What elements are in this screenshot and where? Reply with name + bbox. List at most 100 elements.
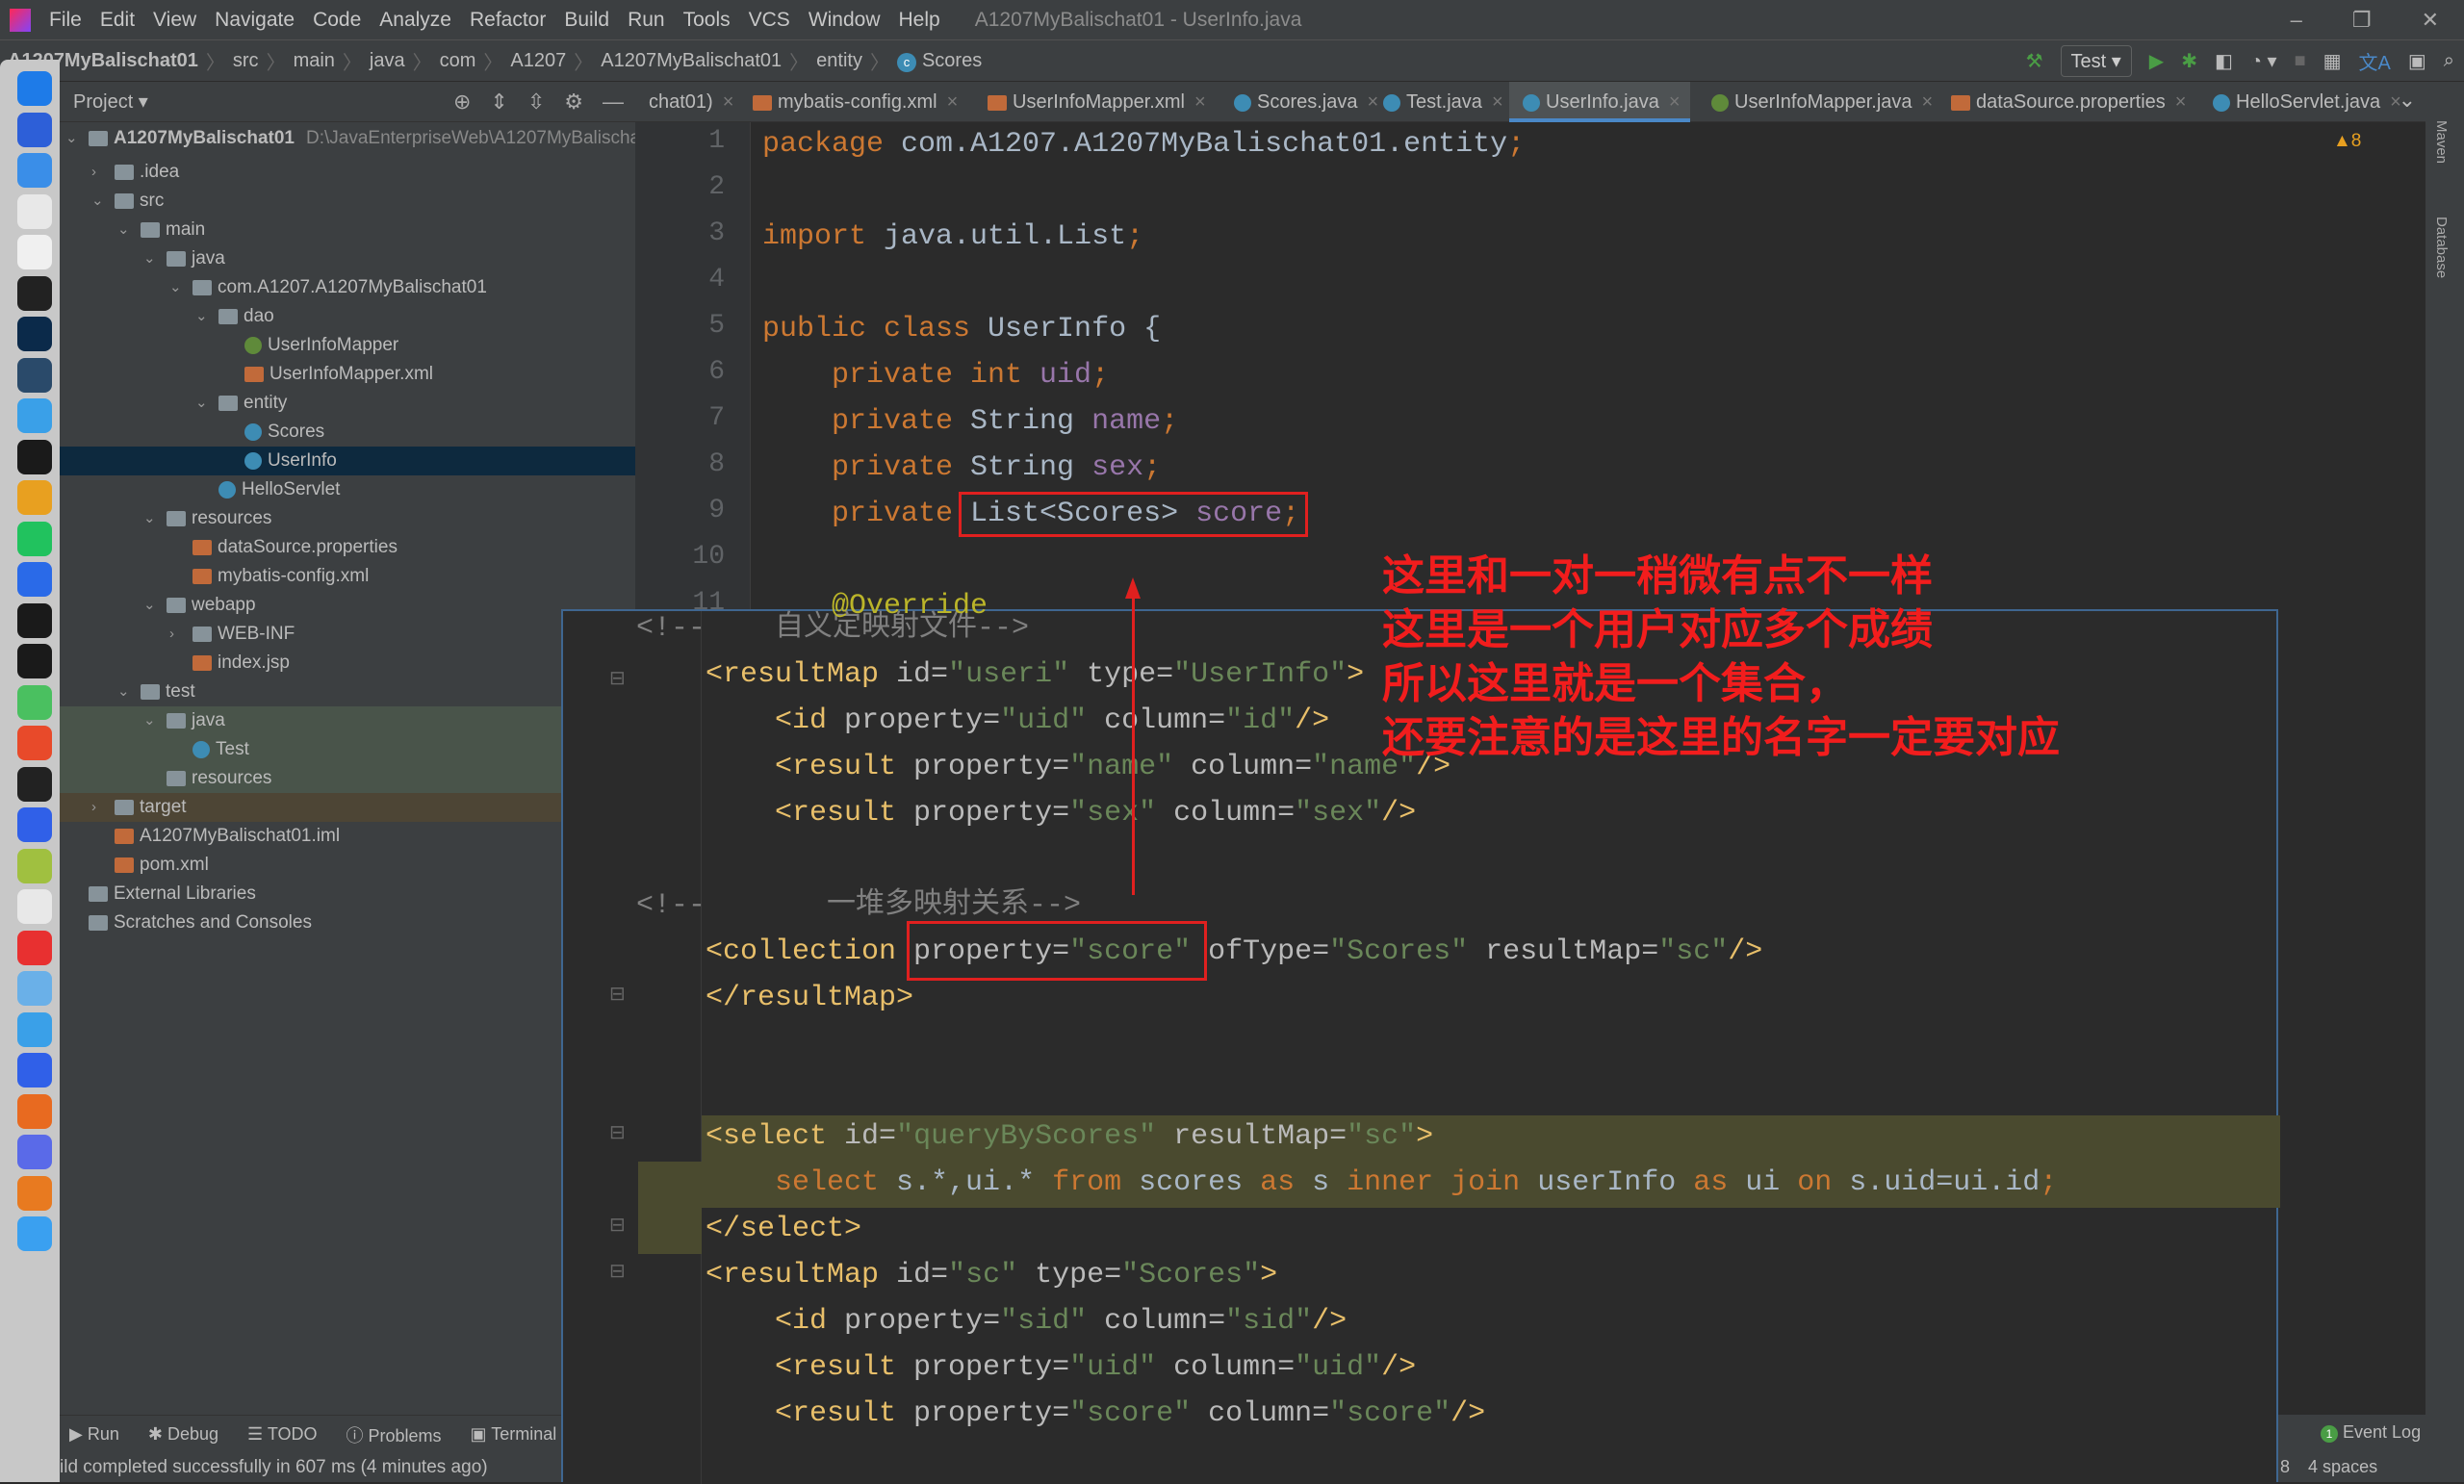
chevron-right-icon[interactable]: › <box>169 620 189 649</box>
tab-userinfomapper-xml[interactable]: UserInfoMapper.xml × <box>974 82 1213 122</box>
tree-item[interactable]: dataSource.properties <box>60 533 635 562</box>
tree-item[interactable]: ⌄ java <box>60 244 635 273</box>
hide-icon[interactable]: — <box>603 90 624 115</box>
tree-item[interactable]: ⌄ dao <box>60 302 635 331</box>
tool-terminal[interactable]: ▣ Terminal <box>471 1424 557 1445</box>
minimize-button[interactable]: – <box>2291 8 2302 33</box>
breadcrumb-item[interactable]: com <box>440 50 476 72</box>
tree-item[interactable]: › WEB-INF <box>60 620 635 649</box>
menu-build[interactable]: Build <box>564 9 609 31</box>
tree-item[interactable]: ⌄ main <box>60 216 635 244</box>
menu-code[interactable]: Code <box>313 9 361 31</box>
tree-item[interactable]: Test <box>60 735 635 764</box>
stop-icon[interactable]: ■ <box>2295 50 2306 72</box>
indent-setting[interactable]: 4 spaces <box>2308 1457 2377 1476</box>
expand-all-icon[interactable]: ⇕ <box>490 90 507 115</box>
menu-help[interactable]: Help <box>899 9 940 31</box>
chevron-down-icon[interactable]: ⌄ <box>91 187 111 216</box>
tab-chat01-[interactable]: chat01) × <box>635 82 734 122</box>
chevron-down-icon[interactable]: ⌄ <box>117 678 137 706</box>
tree-item[interactable]: Scratches and Consoles <box>60 908 635 937</box>
chevron-down-icon[interactable]: ⌄ <box>143 706 163 735</box>
dock-app-icon[interactable] <box>17 971 52 1006</box>
gear-icon[interactable]: ⚙ <box>564 90 583 115</box>
tab-overflow-chevron-icon[interactable]: ⌄ <box>2399 88 2416 113</box>
dock-app-icon[interactable] <box>17 1216 52 1251</box>
dock-app-icon[interactable] <box>17 398 52 433</box>
fold-marker-icon[interactable]: ⊟ <box>609 1259 626 1283</box>
dock-app-icon[interactable] <box>17 644 52 678</box>
close-tab-icon[interactable]: × <box>2175 91 2187 113</box>
tab-test-java[interactable]: Test.java × <box>1370 82 1503 122</box>
dock-app-icon[interactable] <box>17 684 52 720</box>
close-tab-icon[interactable]: × <box>723 91 734 113</box>
project-structure-icon[interactable]: ▦ <box>2323 49 2342 73</box>
dock-app-icon[interactable] <box>17 317 52 351</box>
run-config-select[interactable]: Test ▾ <box>2060 45 2132 77</box>
dock-app-icon[interactable] <box>17 439 52 474</box>
dock-app-icon[interactable] <box>17 112 52 147</box>
dock-app-icon[interactable] <box>17 807 52 842</box>
tree-item[interactable]: External Libraries <box>60 880 635 908</box>
dock-app-icon[interactable] <box>17 357 52 393</box>
menu-vcs[interactable]: VCS <box>749 9 790 31</box>
tool-debug[interactable]: ✱ Debug <box>148 1424 218 1445</box>
tree-item[interactable]: ⌄ com.A1207.A1207MyBalischat01 <box>60 273 635 302</box>
dock-app-icon[interactable] <box>17 193 52 229</box>
menu-analyze[interactable]: Analyze <box>379 9 451 31</box>
breadcrumb-item[interactable]: A1207MyBalischat01 <box>601 50 782 72</box>
tree-item[interactable]: Scores <box>60 418 635 447</box>
breadcrumb-item[interactable]: c Scores <box>896 50 982 72</box>
locate-icon[interactable]: ⊕ <box>453 90 471 115</box>
dock-app-icon[interactable] <box>17 848 52 883</box>
close-tab-icon[interactable]: × <box>947 91 959 113</box>
warnings-indicator[interactable]: ▲8 <box>2333 131 2361 152</box>
maven-tab[interactable]: Maven <box>2433 120 2450 164</box>
dock-app-icon[interactable] <box>17 480 52 515</box>
debug-icon[interactable]: ✱ <box>2181 49 2197 73</box>
tree-item[interactable]: ⌄ resources <box>60 504 635 533</box>
collapse-all-icon[interactable]: ⇳ <box>527 90 545 115</box>
tab-helloservlet-java[interactable]: HelloServlet.java × <box>2199 82 2421 122</box>
tree-item[interactable]: ⌄ src <box>60 187 635 216</box>
tab-userinfo-java[interactable]: UserInfo.java × <box>1509 82 1690 122</box>
breadcrumb-item[interactable]: main <box>294 50 335 72</box>
tree-item[interactable]: UserInfoMapper <box>60 331 635 360</box>
tree-item[interactable]: › target <box>60 793 635 822</box>
dock-app-icon[interactable] <box>17 521 52 556</box>
tree-item[interactable]: ⌄ A1207MyBalischat01 D:\JavaEnterpriseWeb\… <box>60 124 655 153</box>
chevron-down-icon[interactable]: ⌄ <box>117 216 137 244</box>
menu-edit[interactable]: Edit <box>100 9 135 31</box>
dock-app-icon[interactable] <box>17 71 52 106</box>
profile-icon[interactable]: ◔ ▾ <box>2250 49 2277 73</box>
fold-marker-icon[interactable]: ⊟ <box>609 1213 626 1237</box>
close-tab-icon[interactable]: × <box>1492 91 1503 113</box>
dock-app-icon[interactable] <box>17 766 52 802</box>
tool-todo[interactable]: ☰ TODO <box>247 1424 317 1445</box>
breadcrumb-item[interactable]: src <box>233 50 259 72</box>
dock-app-icon[interactable] <box>17 235 52 269</box>
tree-item[interactable]: UserInfo <box>60 447 635 475</box>
menu-run[interactable]: Run <box>628 9 665 31</box>
window-icon[interactable]: ▣ <box>2408 49 2426 73</box>
close-button[interactable]: ✕ <box>2422 8 2439 33</box>
chevron-down-icon[interactable]: ⌄ <box>195 389 215 418</box>
tab-userinfomapper-java[interactable]: UserInfoMapper.java × <box>1698 82 1933 122</box>
dock-app-icon[interactable] <box>17 930 52 965</box>
dock-app-icon[interactable] <box>17 153 52 188</box>
fold-marker-icon[interactable]: ⊟ <box>609 666 626 690</box>
dock-app-icon[interactable] <box>17 562 52 597</box>
search-icon[interactable]: ⌕ <box>2444 50 2454 72</box>
tree-item[interactable]: pom.xml <box>60 851 635 880</box>
close-tab-icon[interactable]: × <box>1669 91 1681 113</box>
fold-marker-icon[interactable]: ⊟ <box>609 982 626 1006</box>
tree-item[interactable]: UserInfoMapper.xml <box>60 360 635 389</box>
close-tab-icon[interactable]: × <box>1922 91 1934 113</box>
tree-item[interactable]: HelloServlet <box>60 475 635 504</box>
tree-item[interactable]: ⌄ entity <box>60 389 635 418</box>
chevron-down-icon[interactable]: ⌄ <box>169 273 189 302</box>
dock-app-icon[interactable] <box>17 1093 52 1129</box>
maximize-button[interactable]: ❐ <box>2352 8 2372 33</box>
dock-app-icon[interactable] <box>17 1053 52 1087</box>
chevron-down-icon[interactable]: ⌄ <box>65 124 85 153</box>
